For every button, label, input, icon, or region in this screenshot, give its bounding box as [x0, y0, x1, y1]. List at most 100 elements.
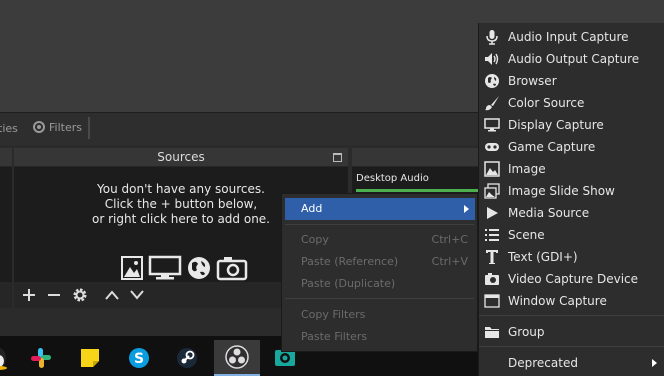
- submenu-item-label: Image Slide Show: [508, 184, 615, 198]
- submenu-item-browser[interactable]: Browser: [479, 70, 664, 92]
- window-icon: [484, 294, 500, 308]
- add-source-submenu: Audio Input Capture Audio Output Capture…: [478, 23, 664, 376]
- menu-item-paste-duplicate-label: Paste (Duplicate): [301, 277, 396, 290]
- volume-meter-left: [356, 189, 482, 192]
- submenu-item-image[interactable]: Image: [479, 158, 664, 180]
- slideshow-icon: [484, 183, 500, 199]
- globe-icon: [485, 74, 499, 88]
- menu-item-paste-duplicate[interactable]: Paste (Duplicate): [285, 273, 475, 295]
- submenu-separator: [479, 315, 664, 316]
- properties-button[interactable]: ties: [0, 122, 18, 135]
- move-down-button[interactable]: [128, 286, 146, 304]
- submenu-item-label: Audio Input Capture: [508, 30, 629, 44]
- menu-item-copy-shortcut: Ctrl+C: [431, 233, 468, 246]
- submenu-item-text-gdi[interactable]: Text (GDI+): [479, 246, 664, 268]
- remove-source-button[interactable]: [45, 286, 63, 304]
- submenu-item-group[interactable]: Group: [479, 321, 664, 343]
- monitor-icon: [484, 118, 500, 132]
- folder-icon: [485, 327, 499, 338]
- source-properties-button[interactable]: [71, 286, 89, 304]
- submenu-item-label: Deprecated: [508, 356, 578, 370]
- menu-item-paste-reference-label: Paste (Reference): [301, 255, 399, 268]
- image-icon: [121, 256, 143, 280]
- mixer-track-label: Desktop Audio: [356, 173, 429, 184]
- text-icon: [486, 250, 498, 264]
- submenu-item-label: Color Source: [508, 96, 585, 110]
- scenes-dock-header: [0, 148, 12, 166]
- submenu-item-label: Video Capture Device: [508, 272, 639, 286]
- scenes-list[interactable]: [0, 167, 12, 282]
- submenu-separator: [479, 346, 664, 347]
- plus-icon: [23, 289, 35, 301]
- submenu-item-display-capture[interactable]: Display Capture: [479, 114, 664, 136]
- menu-item-paste-reference-shortcut: Ctrl+V: [431, 255, 468, 268]
- submenu-item-game-capture[interactable]: Game Capture: [479, 136, 664, 158]
- sticky-notes-icon: [81, 349, 99, 367]
- menu-item-paste-reference[interactable]: Paste (Reference) Ctrl+V: [285, 251, 475, 273]
- camera-icon: [216, 257, 248, 281]
- play-icon: [487, 207, 498, 219]
- taskbar-skype[interactable]: S: [116, 340, 162, 376]
- linux-icon: [0, 348, 7, 370]
- sources-context-menu: Add Copy Ctrl+C Paste (Reference) Ctrl+V…: [281, 193, 478, 352]
- submenu-item-label: Audio Output Capture: [508, 52, 640, 66]
- submenu-item-color-source[interactable]: Color Source: [479, 92, 664, 114]
- submenu-item-media-source[interactable]: Media Source: [479, 202, 664, 224]
- taskbar-slack[interactable]: [18, 340, 64, 376]
- taskbar-sticky-notes[interactable]: [67, 340, 113, 376]
- globe-icon: [188, 257, 210, 279]
- submenu-item-label: Browser: [508, 74, 557, 88]
- submenu-item-label: Display Capture: [508, 118, 604, 132]
- taskbar-obs[interactable]: [214, 340, 260, 376]
- chevron-up-icon: [105, 290, 119, 300]
- submenu-item-label: Image: [508, 162, 546, 176]
- gamepad-icon: [485, 143, 499, 151]
- empty-source-icons: [120, 255, 248, 281]
- chevron-down-icon: [130, 290, 144, 300]
- menu-item-copy[interactable]: Copy Ctrl+C: [285, 229, 475, 251]
- microphone-icon: [486, 30, 498, 45]
- undock-icon[interactable]: [333, 153, 342, 162]
- gear-icon: [73, 288, 87, 302]
- menu-item-add[interactable]: Add: [285, 198, 475, 220]
- speaker-icon: [485, 53, 499, 65]
- filters-icon: [33, 121, 45, 133]
- svg-text:S: S: [134, 351, 144, 367]
- menu-separator: [285, 298, 474, 299]
- filters-button[interactable]: Filters: [32, 120, 82, 134]
- menu-separator: [285, 224, 474, 225]
- submenu-item-audio-input-capture[interactable]: Audio Input Capture: [479, 26, 664, 48]
- minus-icon: [48, 294, 60, 296]
- scenes-footer: [0, 282, 12, 308]
- taskbar-steam[interactable]: [164, 340, 210, 376]
- sources-title: Sources: [157, 150, 205, 164]
- submenu-arrow-icon: [652, 359, 657, 367]
- scenes-dock: [0, 148, 12, 308]
- submenu-item-scene[interactable]: Scene: [479, 224, 664, 246]
- submenu-item-window-capture[interactable]: Window Capture: [479, 290, 664, 312]
- submenu-item-audio-output-capture[interactable]: Audio Output Capture: [479, 48, 664, 70]
- submenu-item-deprecated[interactable]: Deprecated: [479, 352, 664, 374]
- brush-icon: [485, 96, 499, 111]
- submenu-item-label: Media Source: [508, 206, 590, 220]
- submenu-item-label: Window Capture: [508, 294, 607, 308]
- mixer-dock-header: [352, 148, 482, 166]
- menu-item-paste-filters[interactable]: Paste Filters: [285, 326, 475, 348]
- submenu-item-image-slide-show[interactable]: Image Slide Show: [479, 180, 664, 202]
- submenu-item-label: Text (GDI+): [508, 250, 578, 264]
- submenu-item-video-capture-device[interactable]: Video Capture Device: [479, 268, 664, 290]
- filters-label: Filters: [49, 120, 82, 134]
- move-up-button[interactable]: [103, 286, 121, 304]
- add-source-button[interactable]: [20, 286, 38, 304]
- monitor-icon: [148, 255, 182, 280]
- submenu-item-label: Scene: [508, 228, 545, 242]
- skype-icon: S: [129, 348, 149, 368]
- image-icon: [484, 161, 500, 177]
- camera-icon: [485, 273, 499, 285]
- list-icon: [485, 229, 499, 241]
- menu-item-paste-filters-label: Paste Filters: [301, 330, 368, 343]
- slack-icon: [31, 348, 51, 368]
- toolbar-divider: [88, 117, 90, 139]
- menu-item-copy-filters[interactable]: Copy Filters: [285, 304, 475, 326]
- menu-item-add-label: Add: [301, 202, 323, 215]
